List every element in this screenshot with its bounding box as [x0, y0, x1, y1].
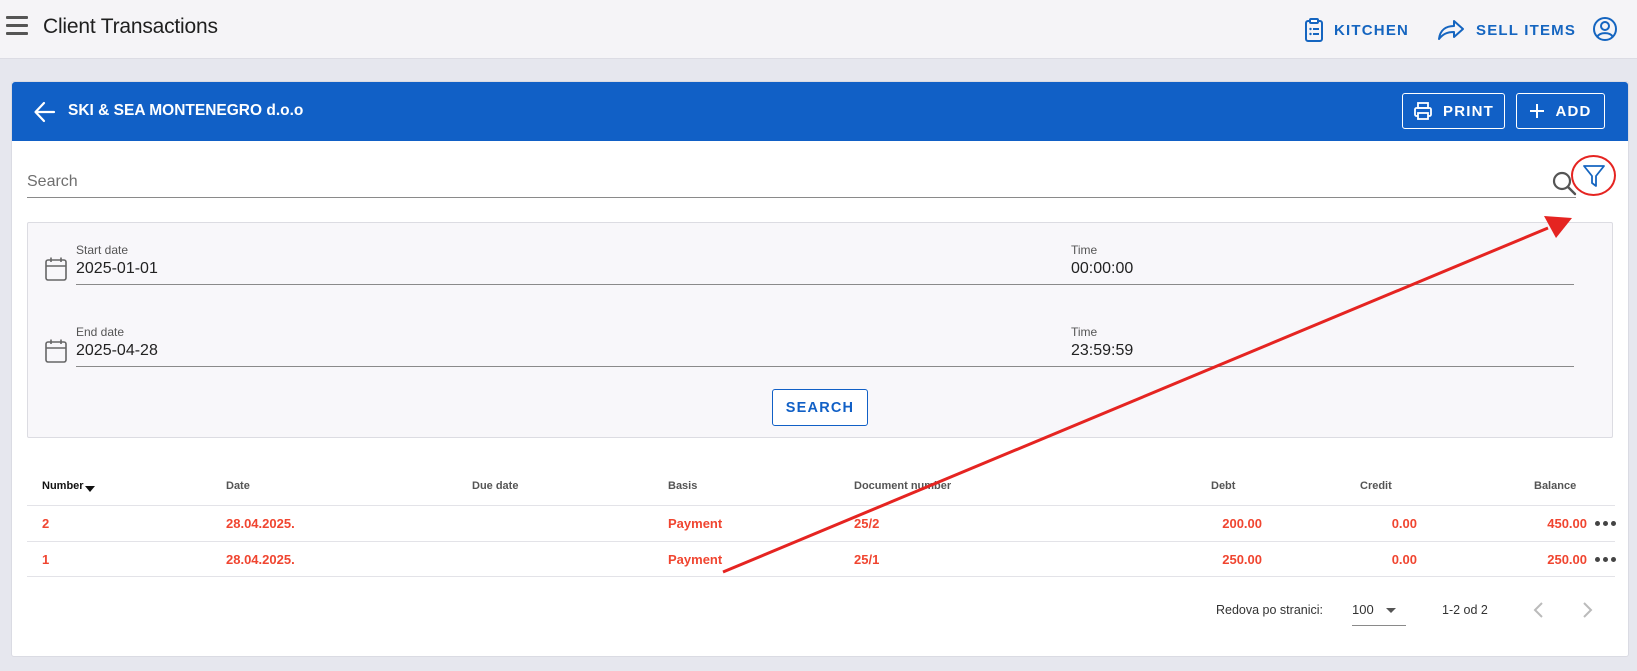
column-header-number-label: Number: [42, 480, 84, 492]
sell-items-button[interactable]: SELL ITEMS: [1436, 16, 1576, 44]
chevron-right-icon[interactable]: [1576, 598, 1598, 622]
chevron-down-icon: [1386, 608, 1396, 613]
start-date-field[interactable]: Start date 2025-01-01: [76, 241, 1077, 285]
column-header-balance[interactable]: Balance: [1534, 480, 1576, 492]
column-header-date[interactable]: Date: [226, 480, 250, 492]
share-forward-icon: [1438, 20, 1464, 40]
cell-debt: 200.00: [1222, 516, 1262, 531]
add-label: ADD: [1555, 102, 1592, 120]
plus-icon: [1530, 104, 1545, 118]
clipboard-list-icon: [1305, 18, 1323, 42]
search-input[interactable]: [27, 168, 1527, 196]
column-header-debt[interactable]: Debt: [1211, 480, 1235, 492]
print-label: PRINT: [1443, 102, 1494, 120]
table-row[interactable]: 1 28.04.2025. Payment 25/1 250.00 0.00 2…: [27, 541, 1616, 577]
pagination-range: 1-2 od 2: [1442, 603, 1488, 617]
search-button[interactable]: SEARCH: [772, 389, 868, 426]
start-time-label: Time: [1071, 243, 1098, 257]
end-time-field[interactable]: Time 23:59:59: [1071, 323, 1574, 367]
cell-credit: 0.00: [1391, 552, 1417, 567]
rows-per-page-label: Redova po stranici:: [1216, 603, 1324, 617]
column-header-due-date[interactable]: Due date: [472, 480, 518, 492]
hamburger-menu-icon[interactable]: [6, 16, 28, 36]
kitchen-label: KITCHEN: [1334, 21, 1410, 39]
start-time-field[interactable]: Time 00:00:00: [1071, 241, 1574, 285]
transactions-card: SKI & SEA MONTENEGRO d.o.o PRINT ADD Sea…: [11, 81, 1629, 657]
cell-basis: Payment: [668, 552, 723, 567]
start-date-underline: [76, 284, 1077, 285]
client-name: SKI & SEA MONTENEGRO d.o.o: [68, 102, 304, 119]
cell-number: 1: [42, 552, 50, 567]
cell-balance: 250.00: [1547, 552, 1587, 567]
column-header-number[interactable]: Number: [42, 480, 95, 492]
arrow-left-icon[interactable]: [32, 99, 58, 125]
rows-per-page-value: 100: [1352, 602, 1374, 617]
cell-basis: Payment: [668, 516, 723, 531]
start-time-value: 00:00:00: [1071, 260, 1134, 277]
end-time-label: Time: [1071, 325, 1098, 339]
sell-items-label: SELL ITEMS: [1476, 21, 1577, 39]
column-header-credit[interactable]: Credit: [1360, 480, 1392, 492]
end-date-field[interactable]: End date 2025-04-28: [76, 323, 1077, 367]
column-header-document-number[interactable]: Document number: [854, 480, 951, 492]
end-time-value: 23:59:59: [1071, 342, 1134, 359]
cell-credit: 0.00: [1391, 516, 1417, 531]
cell-date: 28.04.2025.: [226, 516, 295, 531]
rows-per-page-select[interactable]: 100: [1352, 596, 1406, 626]
start-date-value: 2025-01-01: [76, 260, 158, 277]
end-date-value: 2025-04-28: [76, 342, 158, 359]
table-row[interactable]: 2 28.04.2025. Payment 25/2 200.00 0.00 4…: [27, 505, 1616, 541]
cell-document-number: 25/1: [854, 552, 880, 567]
start-date-label: Start date: [76, 243, 129, 257]
more-horizontal-icon[interactable]: [1595, 557, 1616, 562]
start-time-underline: [1071, 284, 1574, 285]
end-time-underline: [1071, 366, 1574, 367]
cell-debt: 250.00: [1222, 552, 1262, 567]
chevron-left-icon[interactable]: [1528, 598, 1550, 622]
sort-descending-icon: [84, 486, 95, 492]
printer-icon: [1414, 102, 1432, 120]
end-date-label: End date: [76, 325, 125, 339]
client-header: SKI & SEA MONTENEGRO d.o.o PRINT ADD: [12, 82, 1628, 141]
kitchen-button[interactable]: KITCHEN: [1304, 16, 1409, 44]
end-date-underline: [76, 366, 1077, 367]
more-horizontal-icon[interactable]: [1595, 521, 1616, 526]
filter-toggle-button[interactable]: [1571, 155, 1616, 196]
cell-date: 28.04.2025.: [226, 552, 295, 567]
print-button[interactable]: PRINT: [1402, 93, 1505, 129]
top-app-bar: Client Transactions KITCHEN SELL ITEMS: [0, 0, 1637, 59]
column-header-basis[interactable]: Basis: [668, 480, 697, 492]
account-circle-icon[interactable]: [1592, 16, 1618, 42]
date-filter-panel: Start date 2025-01-01 Time 00:00:00 End …: [27, 222, 1613, 438]
calendar-icon[interactable]: [44, 338, 68, 364]
cell-number: 2: [42, 516, 50, 531]
cell-document-number: 25/2: [854, 516, 880, 531]
add-button[interactable]: ADD: [1516, 93, 1605, 129]
calendar-icon[interactable]: [44, 256, 68, 282]
page-title: Client Transactions: [43, 15, 218, 38]
funnel-filter-icon: [1583, 165, 1605, 187]
search-field: [27, 168, 1577, 198]
cell-balance: 450.00: [1547, 516, 1587, 531]
